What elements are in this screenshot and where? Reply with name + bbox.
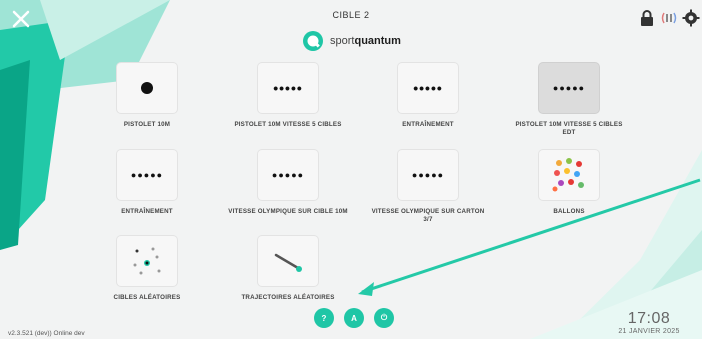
mode-tile-vitesse-olympique-carton[interactable]: ●●●●● VITESSE OLYMPIQUE SUR CARTON 3/7 bbox=[368, 150, 488, 224]
tile-label: ENTRAÎNEMENT bbox=[121, 208, 173, 215]
clock-time: 17:08 bbox=[627, 310, 671, 327]
tile-label: PISTOLET 10M bbox=[123, 121, 171, 128]
brand-prefix: sport bbox=[330, 35, 355, 47]
target-dot-icon bbox=[141, 82, 153, 94]
five-dots-icon: ●●●●● bbox=[271, 170, 305, 180]
hearing-protection-icon[interactable] bbox=[660, 9, 678, 27]
tile-thumbnail: ●●●●● bbox=[258, 150, 318, 200]
five-dots-icon: ●●●●● bbox=[552, 83, 586, 93]
clock-date: 21 JANVIER 2025 bbox=[618, 328, 680, 335]
mode-tile-trajectoires-aleatoires[interactable]: TRAJECTOIRES ALÉATOIRES bbox=[228, 236, 348, 302]
tile-label: VITESSE OLYMPIQUE SUR CIBLE 10M bbox=[228, 208, 348, 215]
balloons-icon bbox=[552, 158, 584, 192]
tile-thumbnail bbox=[117, 63, 177, 113]
trajectory-icon bbox=[274, 253, 302, 272]
tile-label: VITESSE OLYMPIQUE SUR CARTON 3/7 bbox=[371, 208, 485, 223]
tile-label: ENTRAÎNEMENT bbox=[402, 121, 454, 128]
tile-thumbnail bbox=[117, 236, 177, 286]
tile-label: PISTOLET 10M VITESSE 5 CIBLES bbox=[234, 121, 342, 128]
tile-thumbnail: ••••• bbox=[258, 63, 318, 113]
five-dots-icon: ●●●●● bbox=[130, 170, 164, 180]
version-label: v2.3.521 (dev)) Online dev bbox=[8, 330, 85, 337]
mode-tile-pistolet-10m-vitesse-5-cibles[interactable]: ••••• PISTOLET 10M VITESSE 5 CIBLES bbox=[228, 63, 348, 129]
tile-thumbnail: ●●●●● bbox=[117, 150, 177, 200]
translate-icon: A bbox=[351, 313, 357, 323]
mode-tile-ballons[interactable]: BALLONS bbox=[509, 150, 629, 216]
clock: 17:08 21 JANVIER 2025 bbox=[604, 310, 694, 336]
mode-tile-pistolet-10m[interactable]: PISTOLET 10M bbox=[87, 63, 207, 129]
mode-tile-entrainement-2[interactable]: ●●●●● ENTRAÎNEMENT bbox=[87, 150, 207, 216]
page-title: CIBLE 2 bbox=[332, 10, 370, 20]
mode-tile-entrainement-1[interactable]: ••••• ENTRAÎNEMENT bbox=[368, 63, 488, 129]
mode-tile-pistolet-10m-vitesse-5-cibles-edt[interactable]: ●●●●● PISTOLET 10M VITESSE 5 CIBLES EDT bbox=[509, 63, 629, 137]
tile-label: CIBLES ALÉATOIRES bbox=[113, 294, 181, 301]
lock-icon[interactable] bbox=[638, 9, 656, 27]
random-targets-icon bbox=[133, 247, 161, 275]
brand-bold: quantum bbox=[354, 35, 401, 47]
tile-thumbnail: ●●●●● bbox=[539, 63, 599, 113]
tile-label: BALLONS bbox=[553, 208, 585, 215]
mode-tile-vitesse-olympique-cible-10m[interactable]: ●●●●● VITESSE OLYMPIQUE SUR CIBLE 10M bbox=[228, 150, 348, 216]
five-dots-icon: ••••• bbox=[273, 80, 303, 96]
help-icon: ? bbox=[321, 313, 327, 323]
five-dots-icon: ●●●●● bbox=[411, 170, 445, 180]
brand-logo: sportquantum bbox=[302, 30, 401, 52]
tile-thumbnail: ●●●●● bbox=[398, 150, 458, 200]
power-icon: ⏻ bbox=[380, 313, 388, 322]
power-button[interactable]: ⏻ bbox=[374, 308, 394, 328]
tile-thumbnail bbox=[258, 236, 318, 286]
gear-icon[interactable] bbox=[682, 9, 700, 27]
mode-tile-cibles-aleatoires[interactable]: CIBLES ALÉATOIRES bbox=[87, 236, 207, 302]
translate-button[interactable]: A bbox=[344, 308, 364, 328]
tile-thumbnail: ••••• bbox=[398, 63, 458, 113]
sportquantum-logo-icon bbox=[303, 31, 323, 51]
help-button[interactable]: ? bbox=[314, 308, 334, 328]
tile-label: PISTOLET 10M VITESSE 5 CIBLES EDT bbox=[515, 121, 623, 136]
five-dots-icon: ••••• bbox=[413, 80, 443, 96]
tile-thumbnail bbox=[539, 150, 599, 200]
tile-label: TRAJECTOIRES ALÉATOIRES bbox=[241, 294, 335, 301]
